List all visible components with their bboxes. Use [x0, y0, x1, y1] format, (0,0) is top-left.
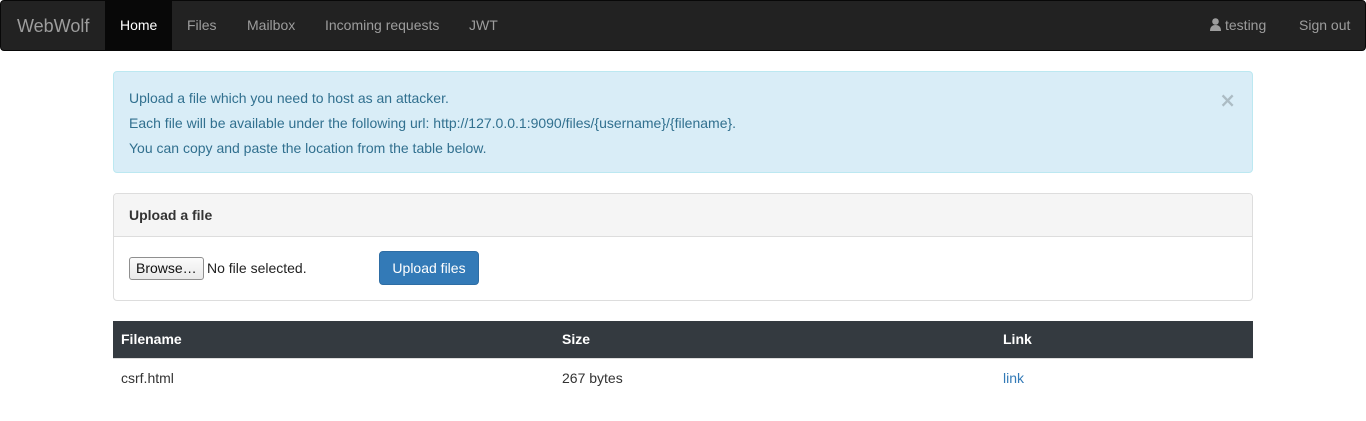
user-name: testing — [1225, 17, 1267, 33]
nav-mailbox[interactable]: Mailbox — [232, 1, 310, 50]
top-navbar: WebWolf Home Files Mailbox Incoming requ… — [0, 0, 1366, 51]
close-icon[interactable]: × — [1219, 90, 1236, 110]
nav-jwt[interactable]: JWT — [454, 1, 513, 50]
alert-line-3: You can copy and paste the location from… — [129, 140, 487, 156]
panel-heading: Upload a file — [114, 194, 1252, 237]
nav-incoming-requests[interactable]: Incoming requests — [310, 1, 454, 50]
alert-line-2: Each file will be available under the fo… — [129, 115, 737, 131]
cell-filename: csrf.html — [121, 370, 174, 386]
info-alert: Upload a file which you need to host as … — [113, 71, 1253, 173]
alert-line-1: Upload a file which you need to host as … — [129, 90, 449, 106]
table-row: csrf.html 267 bytes link — [113, 358, 1253, 395]
nav-files[interactable]: Files — [172, 1, 232, 50]
upload-files-button[interactable]: Upload files — [379, 251, 479, 285]
user-icon — [1210, 18, 1221, 31]
file-link[interactable]: link — [1003, 370, 1024, 386]
column-header-size[interactable]: Size — [562, 321, 590, 357]
column-header-link[interactable]: Link — [1003, 321, 1032, 357]
cell-link: link — [1003, 359, 1024, 397]
cell-size: 267 bytes — [562, 370, 623, 386]
brand-logo[interactable]: WebWolf — [17, 17, 89, 35]
file-status-text: No file selected. — [207, 260, 307, 276]
upload-panel: Upload a file Browse… No file selected. … — [113, 193, 1253, 301]
files-table: Filename Size Link csrf.html 267 bytes l… — [113, 321, 1253, 395]
nav-home[interactable]: Home — [105, 1, 173, 50]
nav-user[interactable]: testing — [1195, 1, 1281, 50]
column-header-filename[interactable]: Filename — [121, 321, 182, 357]
table-header: Filename Size Link — [113, 321, 1253, 358]
sign-out-link[interactable]: Sign out — [1284, 1, 1365, 50]
browse-button[interactable]: Browse… — [129, 257, 204, 280]
